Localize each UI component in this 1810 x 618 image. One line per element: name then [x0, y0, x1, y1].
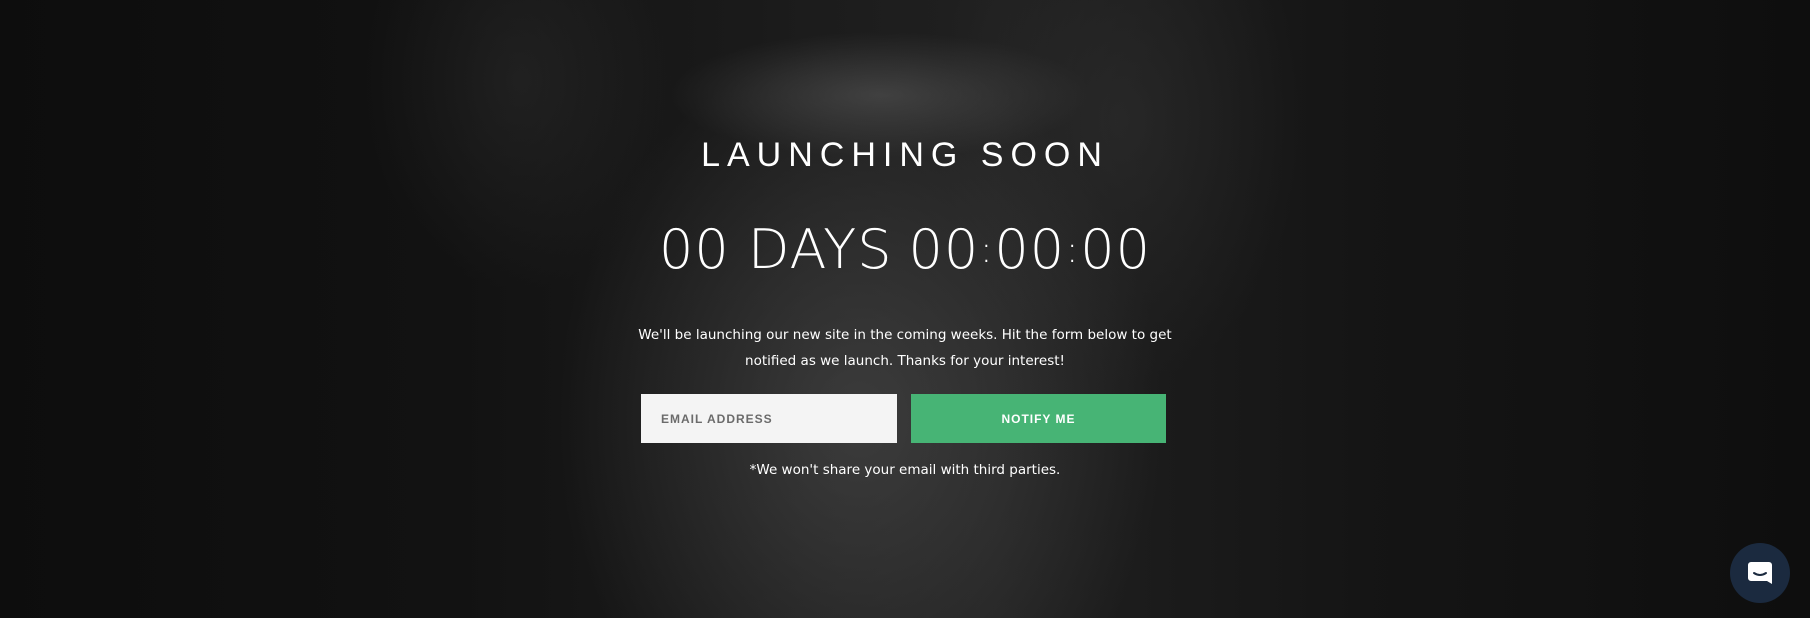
- countdown-seconds: 00: [1080, 218, 1151, 281]
- notify-me-button[interactable]: NOTIFY ME: [911, 394, 1166, 443]
- countdown-separator: :: [980, 230, 994, 271]
- chat-bubble-icon: [1746, 559, 1774, 587]
- countdown-days: 00: [659, 218, 730, 281]
- chat-launcher-button[interactable]: [1730, 543, 1790, 603]
- countdown-days-label: DAYS: [747, 218, 893, 281]
- privacy-disclaimer: *We won't share your email with third pa…: [749, 462, 1061, 478]
- countdown-timer: 00 DAYS 00:00:00: [0, 218, 1810, 283]
- hero-content: LAUNCHING SOON 00 DAYS 00:00:00 We'll be …: [0, 0, 1810, 618]
- hero-section: LAUNCHING SOON 00 DAYS 00:00:00 We'll be …: [0, 0, 1810, 618]
- countdown-minutes: 00: [994, 218, 1066, 281]
- page-title: LAUNCHING SOON: [701, 136, 1109, 174]
- email-field[interactable]: [641, 394, 897, 443]
- launch-description: We'll be launching our new site in the c…: [638, 327, 1172, 369]
- countdown-hours: 00: [908, 218, 980, 281]
- countdown-separator: :: [1066, 230, 1080, 271]
